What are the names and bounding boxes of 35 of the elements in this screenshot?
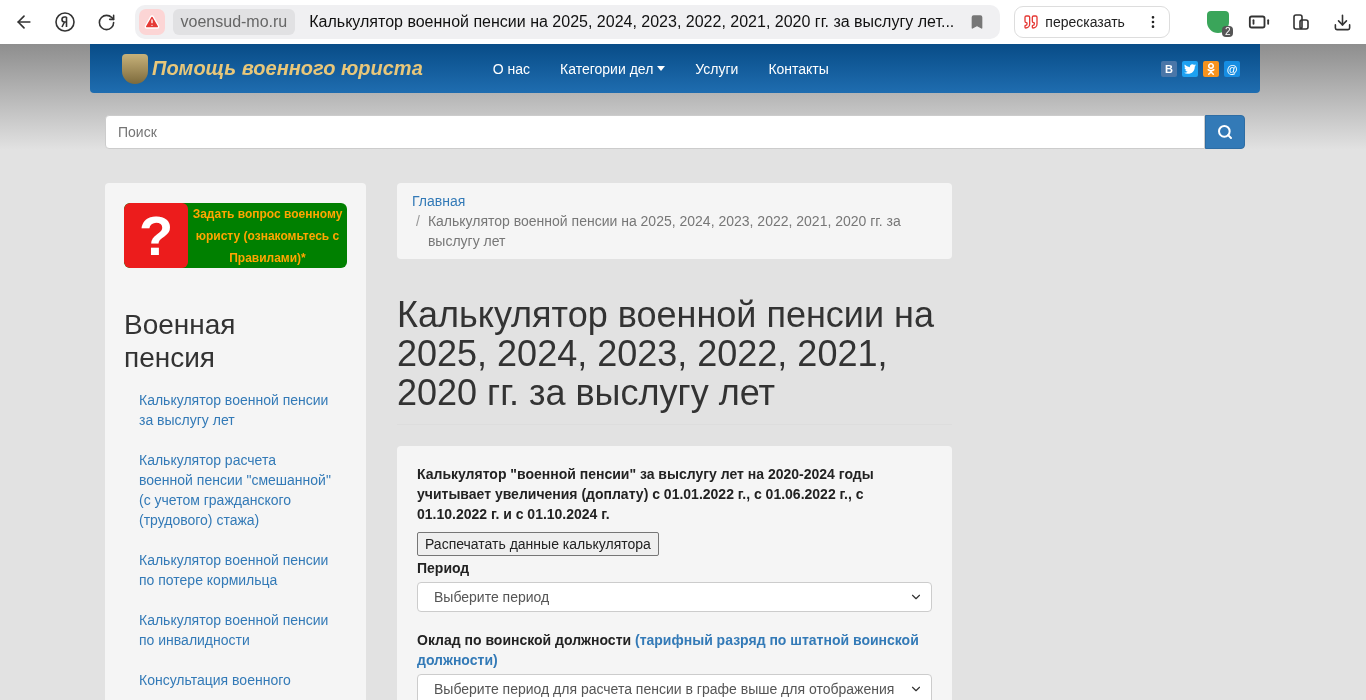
search-field[interactable]: Поиск (105, 115, 1205, 149)
sidebar-link[interactable]: Калькулятор расчета военной пенсии "смешанной" (с учетом гражданского (трудового) стажа) (124, 450, 347, 530)
search-button[interactable] (1205, 115, 1245, 149)
field-label: Оклад по воинской должности (тарифный разряд по штатной воинской должности) (417, 631, 920, 670)
nav-link[interactable]: Контакты (768, 60, 829, 77)
site-logo[interactable]: Помощь военного юриста (152, 57, 423, 80)
nav-link[interactable]: Услуги (695, 60, 739, 77)
select-field[interactable]: Выберите период для расчета пенсии в графе выше для отображения (417, 674, 932, 700)
sidebar-link[interactable]: Консультация военного (124, 670, 347, 690)
sidebar-heading: Военная пенсия (124, 308, 237, 374)
calculator-intro: Калькулятор "военной пенсии" за выслугу лет на 2020-2024 годы учитывает увеличения (доплату) с 01.01.2022 г., с 01.06.2022 г., с 01.10.2022 г. и с 01.10.2024 г. (417, 465, 875, 524)
social-link[interactable] (1182, 60, 1198, 77)
sidebar-link[interactable]: Калькулятор военной пенсии за выслугу лет (124, 390, 347, 430)
page-heading: Калькулятор военной пенсии на 2025, 2024, 2023, 2022, 2021, 2020 гг. за выслугу лет (397, 295, 952, 425)
retell-button[interactable]: пересказать (1014, 6, 1170, 38)
quote-icon (1023, 14, 1040, 30)
print-button[interactable]: Распечатать данные калькулятора (417, 532, 659, 556)
social-link[interactable]: @ (1224, 60, 1240, 77)
social-link[interactable] (1203, 60, 1219, 77)
breadcrumb-link[interactable]: Главная (412, 191, 937, 211)
nav-link[interactable]: Категории дел (560, 60, 666, 77)
field-label: Период (417, 559, 471, 578)
select-field[interactable]: Выберите период (417, 582, 932, 612)
ask-question-banner[interactable]: ? Задать вопрос военному юристу (ознакомьтесь с Правилами)* (124, 203, 347, 268)
shield-emblem-icon (122, 53, 148, 84)
page-title-text: Калькулятор военной пенсии на 2025, 2024, 2023, 2022, 2021, 2020 гг. за выслугу лет... (309, 13, 955, 31)
search-icon (1217, 124, 1233, 140)
nav-link[interactable]: О нас (492, 60, 531, 77)
warning-icon[interactable] (138, 9, 165, 35)
url-domain[interactable]: voensud-mo.ru (172, 9, 296, 35)
social-link[interactable]: B (1161, 60, 1177, 77)
breadcrumb-current: Калькулятор военной пенсии на 2025, 2024, 2023, 2022, 2021, 2020 гг. за выслугу лет (427, 212, 902, 251)
sidebar-link[interactable]: Калькулятор военной пенсии по потере кормильца (124, 550, 347, 590)
sidebar-link[interactable]: Калькулятор военной пенсии по инвалидности (124, 610, 347, 650)
breadcrumb-separator: / (416, 212, 420, 231)
